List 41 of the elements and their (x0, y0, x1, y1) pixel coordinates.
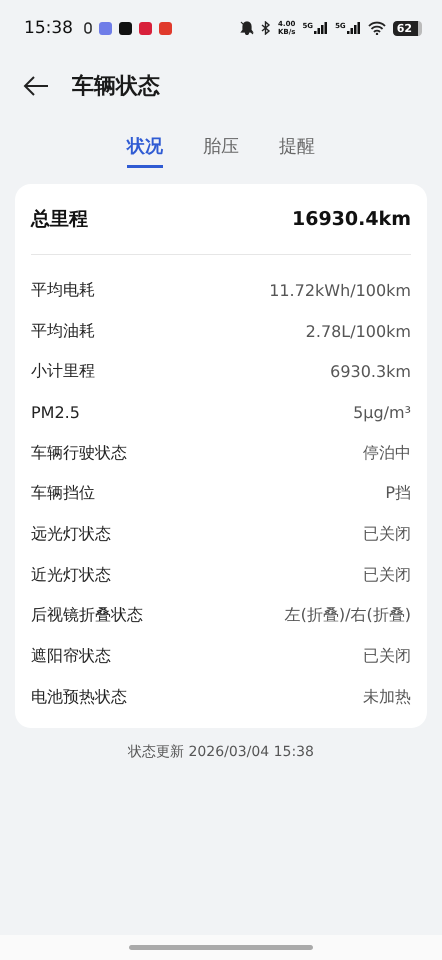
battery-level: 62 (392, 20, 422, 36)
signal-icon (346, 22, 361, 34)
row-label: 平均电耗 (31, 280, 95, 301)
app-icon (139, 22, 152, 34)
row-label: 远光灯状态 (31, 524, 111, 545)
row-label: 遮阳帘状态 (31, 646, 111, 668)
tab[interactable]: 胎压 (203, 132, 239, 168)
row-label: 总里程 (31, 207, 88, 232)
row-value: 已关闭 (363, 564, 411, 586)
update-time: 状态更新 2026/03/04 15:38 (128, 744, 314, 760)
row-value: 11.72kWh/100km (269, 280, 411, 300)
row-label: 后视镜折叠状态 (31, 605, 143, 626)
row-value: 2.78L/100km (306, 322, 411, 341)
wifi-icon (368, 21, 386, 35)
row-label: 车辆挡位 (31, 483, 95, 504)
row-label: 车辆行驶状态 (31, 442, 127, 464)
row-label: PM2.5 (31, 402, 80, 422)
row-value: P挡 (385, 483, 411, 504)
row-value: 左(折叠)/右(折叠) (284, 605, 411, 626)
clock-time: 15:38 (24, 18, 73, 38)
row-value: 6930.3km (330, 362, 411, 382)
bluetooth-icon (260, 21, 271, 35)
row-value: 停泊中 (363, 442, 411, 464)
row-label: 平均油耗 (31, 320, 95, 342)
app-icon (119, 22, 132, 34)
back-button[interactable] (22, 75, 50, 97)
tab[interactable]: 状况 (127, 132, 163, 168)
row-value: 16930.4km (292, 208, 411, 230)
app-icon (99, 22, 112, 34)
row-label: 电池预热状态 (31, 686, 127, 708)
row-value: 已关闭 (363, 524, 411, 545)
page-title: 车辆状态 (72, 73, 160, 101)
row-label: 小计里程 (31, 361, 95, 382)
signal-icon (314, 22, 328, 34)
bell-off-icon (240, 21, 254, 35)
row-value: 已关闭 (363, 646, 411, 668)
row-label: 近光灯状态 (31, 564, 111, 586)
app-icon (159, 22, 172, 34)
row-value: 5μg/m³ (353, 402, 411, 422)
tab[interactable]: 提醒 (279, 132, 315, 168)
row-value: 未加热 (363, 686, 411, 708)
